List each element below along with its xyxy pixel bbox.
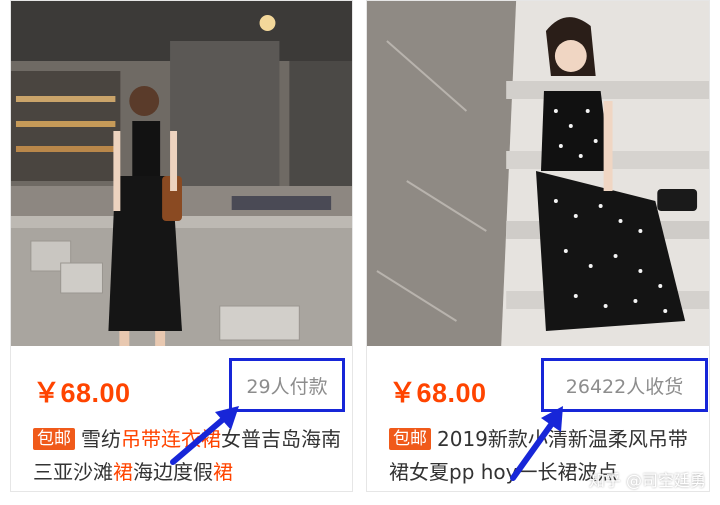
title-keyword: 裙 [213,460,233,484]
product-image[interactable] [11,1,352,346]
sales-count: 26422人收货 [541,358,708,412]
product-price: ￥68.00 [33,378,131,408]
title-part: 海边度假 [133,460,213,484]
sales-count: 29人付款 [229,358,345,412]
title-keyword: 裙 [113,460,133,484]
free-shipping-badge: 包邮 [389,428,431,450]
product-title[interactable]: 包邮 雪纺吊带连衣裙女普吉岛海南三亚沙滩裙海边度假裙 [33,423,342,489]
watermark: 知乎 @司空廷勇 [588,471,706,490]
product-card[interactable]: ￥68.00 29人付款 包邮 雪纺吊带连衣裙女普吉岛海南三亚沙滩裙海边度假裙 [10,0,353,492]
title-keyword: 吊带连衣裙 [121,427,221,451]
product-price: ￥68.00 [389,378,487,408]
title-part: 雪纺 [81,427,121,451]
product-card[interactable]: ￥68.00 26422人收货 包邮 2019新款小清新温柔风吊带裙女夏pp ho… [366,0,710,492]
free-shipping-badge: 包邮 [33,428,75,450]
product-image[interactable] [367,1,709,346]
